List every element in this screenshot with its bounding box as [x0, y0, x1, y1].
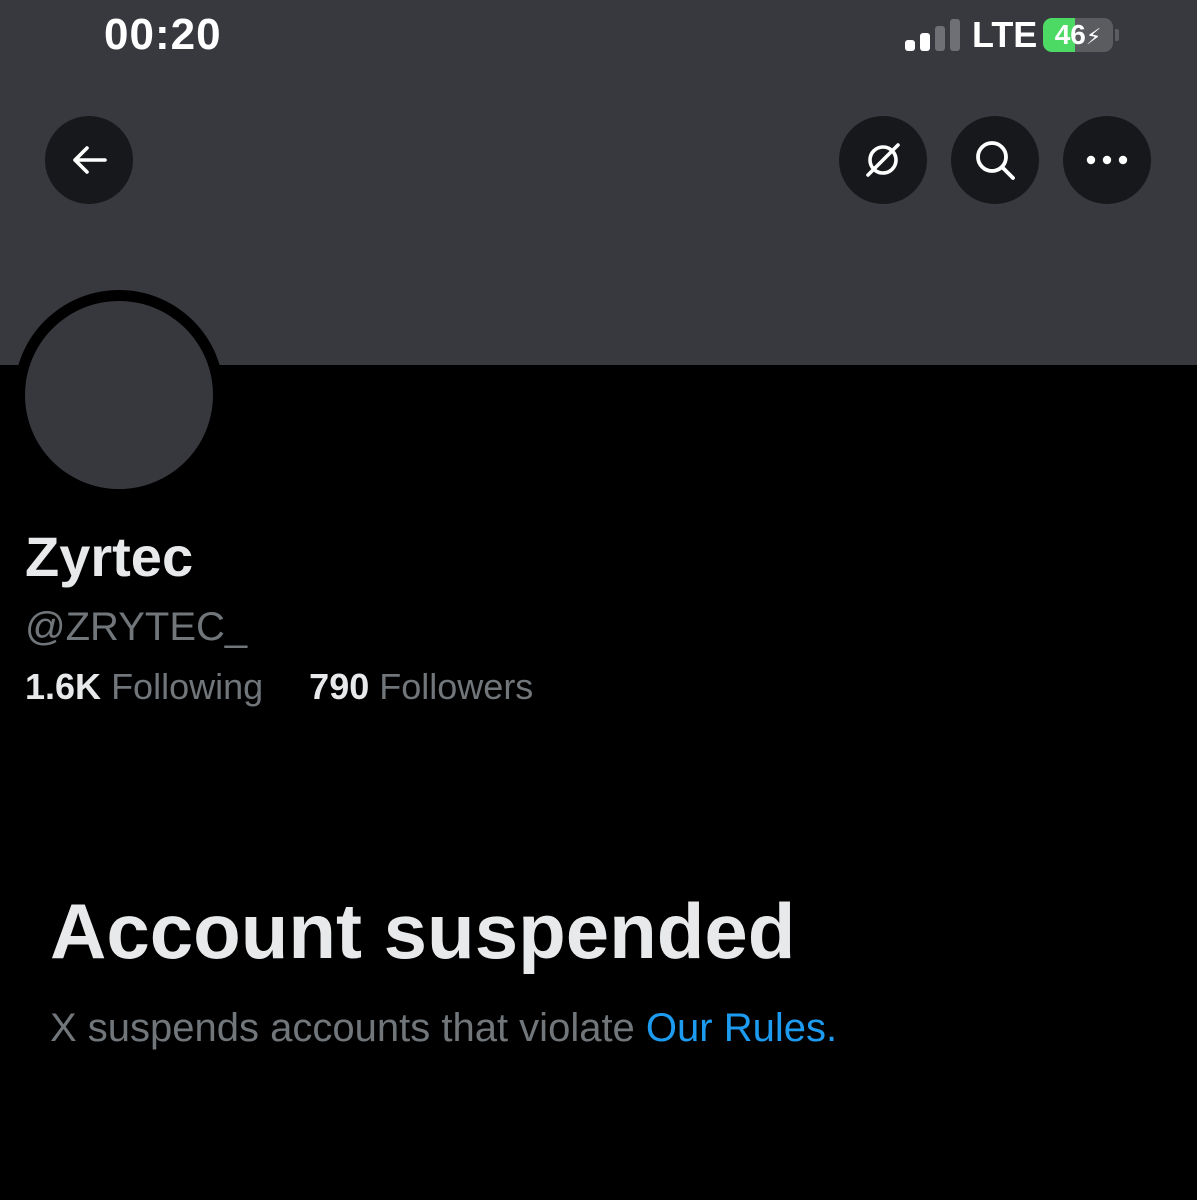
search-button[interactable] — [951, 116, 1039, 204]
signal-icon — [905, 19, 963, 51]
suspension-body-text: X suspends accounts that violate — [50, 1006, 646, 1050]
more-options-button[interactable] — [1063, 116, 1151, 204]
followers-label: Followers — [379, 666, 534, 707]
user-handle: @ZRYTEC_ — [25, 605, 248, 649]
battery-icon: 46⚡ — [1043, 18, 1113, 52]
avatar-border — [14, 290, 224, 500]
following-link[interactable]: 1.6K Following — [25, 666, 273, 707]
profile-screen: 00:20 LTE 46⚡ Zyrtec @ZRYTEC_ 1.6K Follo… — [0, 0, 1197, 1200]
battery-percent: 46⚡ — [1054, 19, 1102, 50]
grok-button[interactable] — [839, 116, 927, 204]
arrow-left-icon — [73, 146, 107, 174]
following-label: Following — [111, 666, 264, 707]
suspension-title: Account suspended — [50, 887, 796, 975]
search-icon — [976, 141, 1015, 180]
our-rules-link[interactable]: Our Rules. — [646, 1006, 837, 1050]
status-time: 00:20 — [104, 10, 222, 59]
suspension-message: X suspends accounts that violate Our Rul… — [50, 1006, 837, 1051]
back-button[interactable] — [45, 116, 133, 204]
followers-count: 790 — [309, 666, 370, 707]
avatar[interactable] — [25, 301, 213, 489]
more-horizontal-icon — [1086, 155, 1128, 165]
network-type: LTE — [972, 14, 1038, 55]
battery-nub — [1115, 29, 1119, 41]
grok-slash-circle-icon — [866, 143, 900, 177]
followers-link[interactable]: 790 Followers — [309, 666, 533, 707]
follow-stats: 1.6K Following 790 Followers — [25, 666, 533, 708]
following-count: 1.6K — [25, 666, 102, 707]
display-name: Zyrtec — [25, 525, 194, 588]
